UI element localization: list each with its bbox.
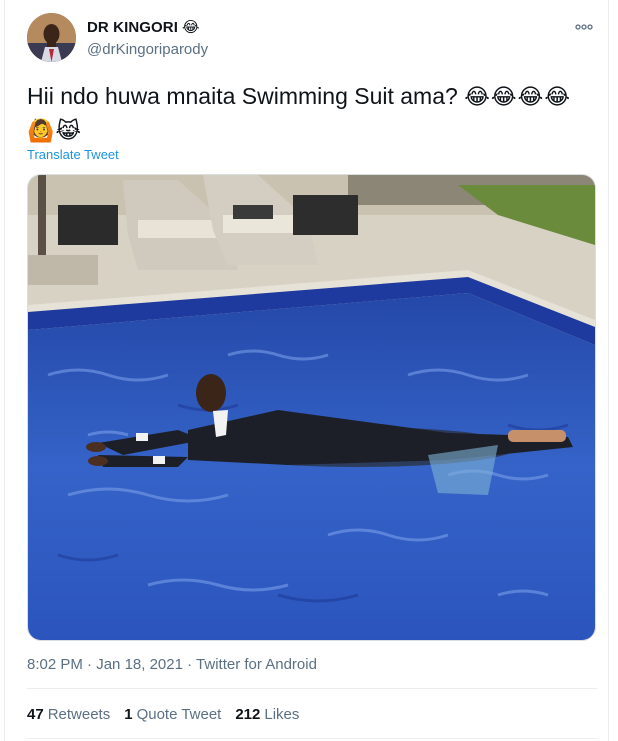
tweet-body: Hii ndo huwa mnaita Swimming Suit ama?: [27, 83, 458, 109]
laughing-emoji-icon: 😂: [182, 18, 200, 36]
divider: [27, 738, 597, 739]
quotes-label: Quote Tweet: [136, 706, 222, 723]
tweet-time[interactable]: 8:02 PM: [27, 656, 83, 673]
tweet-meta: 8:02 PM · Jan 18, 2021 · Twitter for And…: [27, 656, 317, 673]
likes-count: 212: [235, 706, 261, 723]
avatar-image: [27, 13, 76, 62]
quote-tweets-stat[interactable]: 1 Quote Tweet: [124, 706, 221, 723]
tweet-client[interactable]: Twitter for Android: [196, 656, 317, 673]
likes-stat[interactable]: 212 Likes: [235, 706, 299, 723]
tweet-emojis-line1: 😂😂😂😂: [464, 85, 572, 110]
likes-label: Likes: [264, 706, 300, 723]
tweet-date[interactable]: Jan 18, 2021: [96, 656, 183, 673]
more-options-icon[interactable]: [573, 16, 595, 38]
author-name[interactable]: DR KINGORI 😂: [87, 19, 200, 36]
meta-separator: ·: [187, 656, 193, 673]
tweet-photo[interactable]: [27, 174, 596, 641]
tweet-stats: 47 Retweets 1 Quote Tweet 212 Likes: [27, 706, 299, 723]
divider: [27, 688, 597, 689]
tweet-emojis-line2: 🙆😹: [27, 119, 83, 144]
quotes-count: 1: [124, 706, 133, 723]
author-name-text: DR KINGORI: [87, 19, 178, 36]
tweet-card: DR KINGORI 😂 @drKingoriparody Hii ndo hu…: [4, 0, 609, 741]
translate-tweet-link[interactable]: Translate Tweet: [27, 147, 119, 162]
meta-separator: ·: [87, 656, 93, 673]
retweets-count: 47: [27, 706, 44, 723]
retweets-label: Retweets: [47, 706, 111, 723]
tweet-text: Hii ndo huwa mnaita Swimming Suit ama? 😂…: [27, 80, 597, 148]
pool-photo-image: [28, 175, 595, 640]
avatar[interactable]: [27, 13, 76, 62]
retweets-stat[interactable]: 47 Retweets: [27, 706, 110, 723]
author-handle[interactable]: @drKingoriparody: [87, 41, 208, 58]
